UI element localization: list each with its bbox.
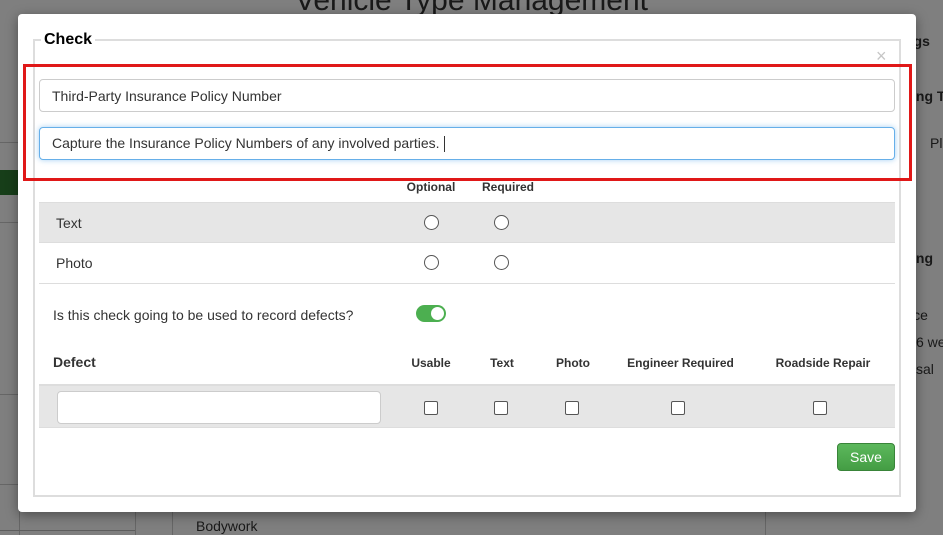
- optional-column-header: Optional: [406, 180, 456, 194]
- defect-name-input[interactable]: [57, 391, 381, 424]
- evidence-row-text: Text: [39, 202, 895, 243]
- roadside-repair-checkbox[interactable]: [813, 401, 827, 415]
- photo-checkbox[interactable]: [565, 401, 579, 415]
- usable-checkbox[interactable]: [424, 401, 438, 415]
- photo-required-radio[interactable]: [494, 255, 509, 270]
- text-checkbox[interactable]: [494, 401, 508, 415]
- usable-column-header: Usable: [411, 356, 451, 370]
- text-optional-radio[interactable]: [424, 215, 439, 230]
- description-text: Capture the Insurance Policy Numbers of …: [52, 135, 440, 151]
- check-description-input[interactable]: Capture the Insurance Policy Numbers of …: [39, 127, 895, 160]
- defects-question: Is this check going to be used to record…: [53, 307, 354, 323]
- text-column-header: Text: [490, 356, 514, 370]
- photo-optional-radio[interactable]: [424, 255, 439, 270]
- fieldset-legend: Check: [41, 31, 96, 49]
- engineer-required-column-header: Engineer Required: [627, 356, 734, 370]
- text-caret: [443, 136, 445, 153]
- defects-toggle[interactable]: [416, 305, 446, 322]
- row-label: Text: [56, 215, 82, 231]
- roadside-repair-column-header: Roadside Repair: [775, 356, 871, 370]
- toggle-knob: [431, 307, 444, 320]
- engineer-required-checkbox[interactable]: [671, 401, 685, 415]
- defect-header: Defect: [53, 354, 96, 370]
- check-name-input[interactable]: [39, 79, 895, 112]
- row-label: Photo: [56, 255, 93, 271]
- save-button[interactable]: Save: [837, 443, 895, 471]
- defect-row: [39, 384, 895, 428]
- photo-column-header: Photo: [556, 356, 590, 370]
- text-required-radio[interactable]: [494, 215, 509, 230]
- check-modal: Check × Capture the Insurance Policy Num…: [18, 14, 916, 512]
- required-column-header: Required: [481, 180, 534, 194]
- evidence-row-photo: Photo: [39, 243, 895, 284]
